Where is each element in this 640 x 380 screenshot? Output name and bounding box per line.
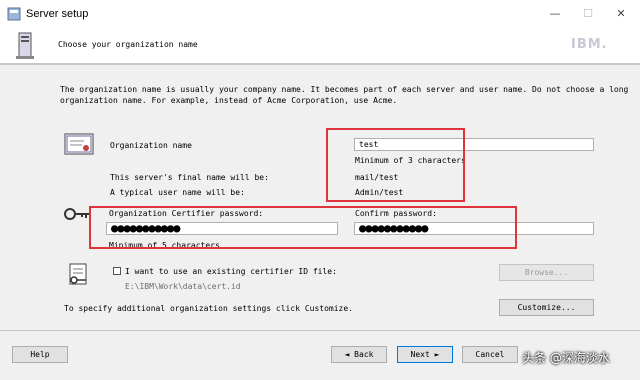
intro-line-2: organization name. For example, instead … — [60, 96, 398, 105]
highlight-box-org — [326, 128, 465, 202]
org-name-label: Organization name — [110, 141, 192, 150]
user-name-label: A typical user name will be: — [110, 188, 245, 197]
customize-button[interactable]: Customize... — [499, 299, 594, 316]
highlight-box-password — [89, 206, 517, 249]
window-title: Server setup — [26, 8, 89, 20]
wizard-header: Choose your organization name IBM. — [0, 28, 640, 64]
watermark: 头条 @深海淡水 — [522, 351, 610, 365]
ibm-logo: IBM. — [571, 37, 608, 52]
id-file-icon — [69, 263, 87, 285]
app-icon — [7, 7, 21, 21]
footer-divider — [0, 330, 640, 331]
page-heading: Choose your organization name — [58, 40, 198, 49]
header-divider — [0, 64, 640, 65]
server-name-label: This server's final name will be: — [110, 173, 269, 182]
intro-line-1: The organization name is usually your co… — [60, 85, 629, 94]
browse-button[interactable]: Browse... — [499, 264, 594, 281]
cancel-button[interactable]: Cancel — [462, 346, 518, 363]
customize-text: To specify additional organization setti… — [64, 304, 353, 313]
close-button[interactable]: ✕ — [606, 4, 636, 24]
server-icon — [16, 32, 34, 59]
next-button[interactable]: Next ► — [397, 346, 453, 363]
help-button[interactable]: Help — [12, 346, 68, 363]
minimize-button[interactable]: — — [540, 4, 570, 24]
use-existing-certid-label: I want to use an existing certifier ID f… — [125, 267, 337, 276]
key-icon — [64, 208, 90, 220]
back-button[interactable]: ◄ Back — [331, 346, 387, 363]
title-bar: Server setup — ☐ ✕ — [0, 0, 640, 29]
use-existing-certid-checkbox[interactable] — [113, 267, 121, 275]
certid-path: E:\IBM\Work\data\cert.id — [125, 282, 241, 291]
certificate-icon — [64, 133, 94, 155]
maximize-button[interactable]: ☐ — [573, 4, 603, 24]
